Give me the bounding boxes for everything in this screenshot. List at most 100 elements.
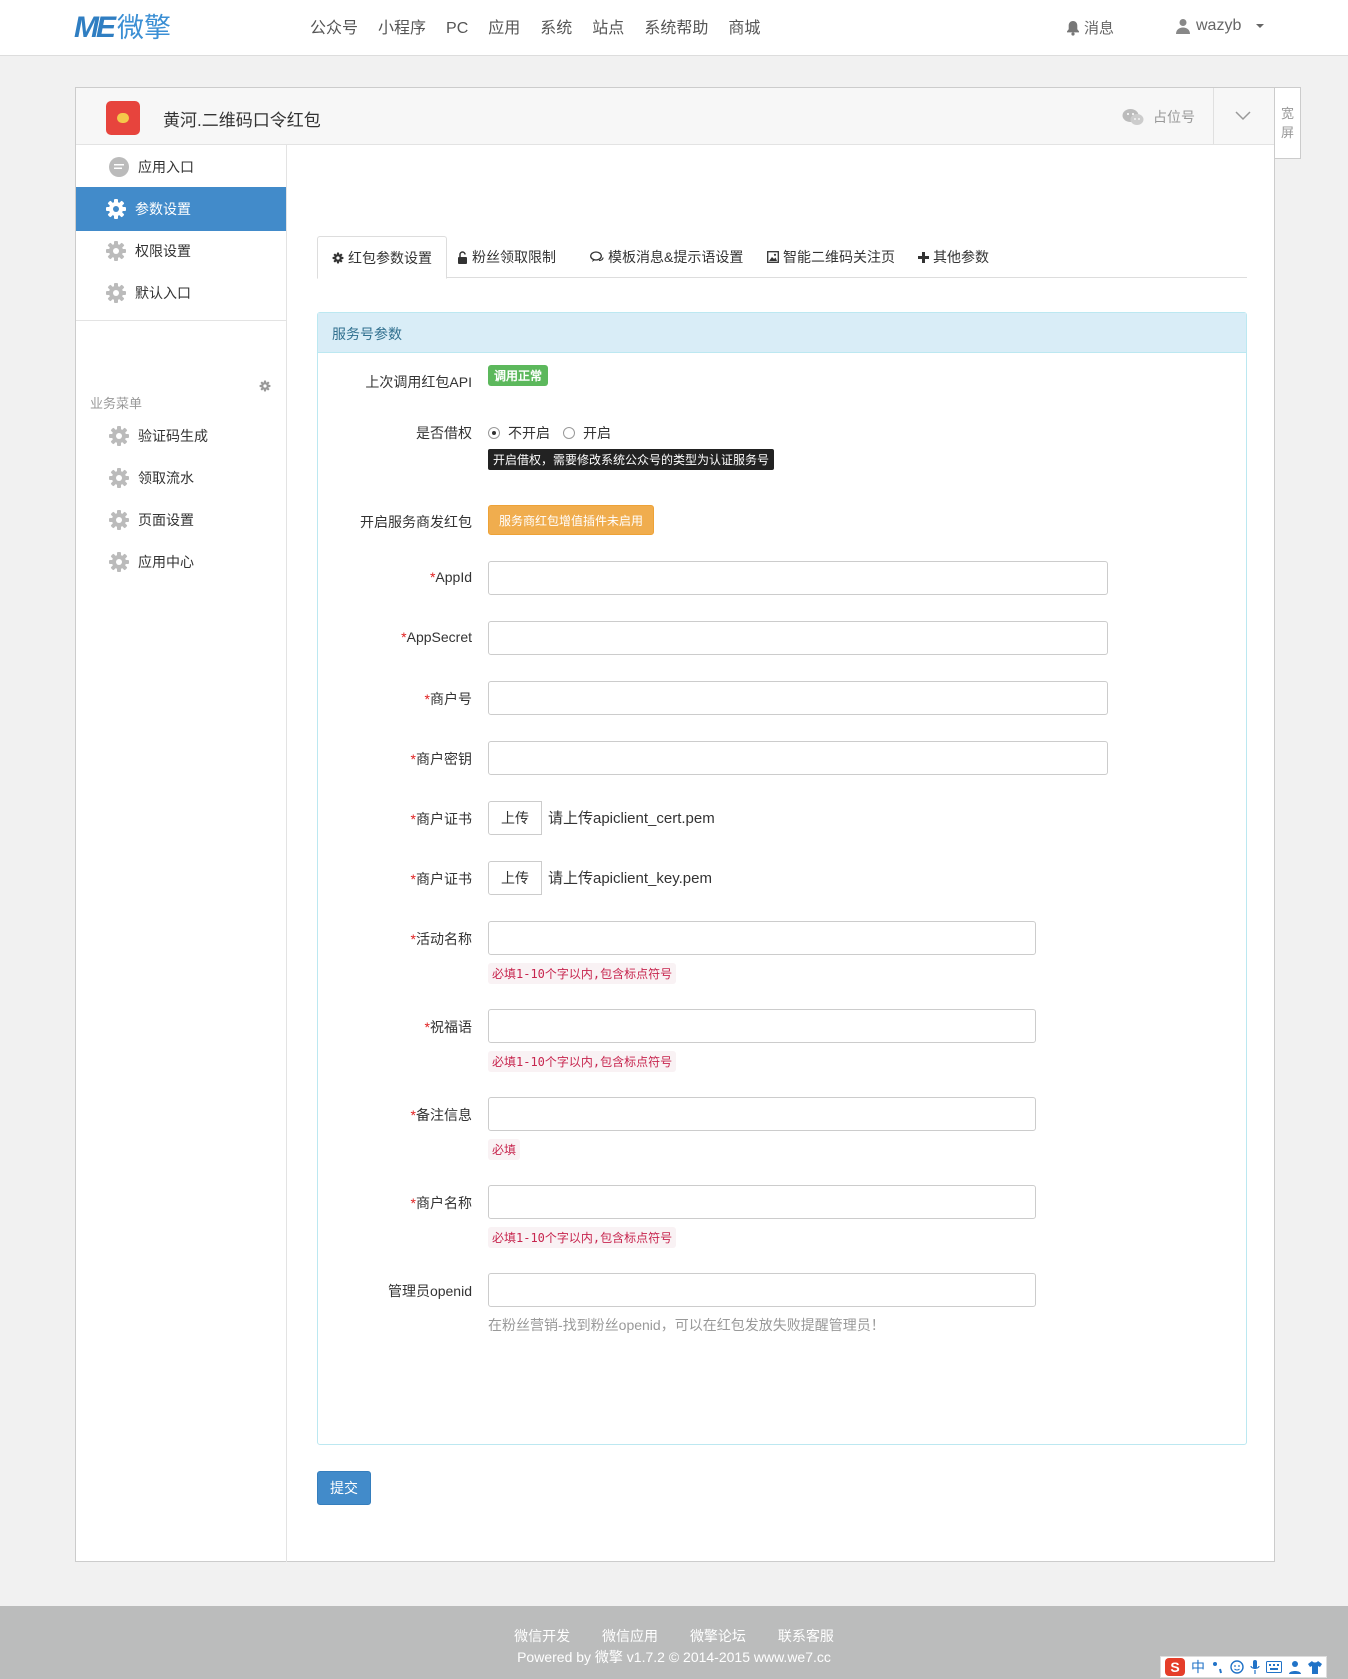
business-menu-title: 业务菜单 [90,396,143,411]
unlock-icon [458,250,467,264]
tab-label: 粉丝领取限制 [472,249,556,265]
radio-label: 不开启 [508,425,550,441]
settings-tabs: 红包参数设置 粉丝领取限制 模板消息&提示语设置 智能二维码关注页 其他参数 [317,236,1247,279]
provider-plugin-button[interactable]: 服务商红包增值插件未启用 [488,505,655,535]
emoji-icon[interactable] [1230,1660,1244,1674]
mchkey-input[interactable] [488,741,1108,775]
panel-title: 服务号参数 [318,313,1246,353]
sidebar-item-records[interactable]: 领取流水 [76,456,286,500]
nav-item-pc[interactable]: PC [446,18,468,40]
tab-label: 智能二维码关注页 [783,249,895,265]
nav-item-gongzhonghao[interactable]: 公众号 [310,18,358,40]
remark-label-text: 备注信息 [416,1107,472,1123]
footer-link-apps[interactable]: 微信应用 [602,1628,658,1644]
account-name: 占位号 [1153,109,1195,125]
sidebar-item-label: 验证码生成 [138,428,208,444]
ime-mode[interactable]: 中 [1191,1657,1205,1677]
gear-icon [106,199,126,219]
gear-icon [109,426,129,446]
wide-screen-toggle[interactable]: 宽屏 [1275,87,1301,159]
gear-icon [109,510,129,530]
upload-key-button[interactable]: 上传 [488,861,542,895]
sidebar-item-params[interactable]: 参数设置 [76,187,286,231]
comments-icon [590,251,604,262]
logo-text: 微擎 [117,13,171,43]
radio-label: 开启 [583,425,611,441]
site-logo[interactable]: ME 微擎 [74,12,171,44]
radio-borrow-on[interactable]: 开启 [563,423,611,443]
footer-copyright: Powered by 微擎 v1.7.2 © 2014-2015 www.we7… [517,1649,831,1665]
radio-borrow-off[interactable]: 不开启 [488,423,550,443]
nav-item-miniprogram[interactable]: 小程序 [378,18,426,40]
appid-label-text: AppId [435,569,472,585]
footer-link-support[interactable]: 联系客服 [778,1628,834,1644]
ime-toolbar[interactable]: S 中 [1160,1656,1327,1678]
tab-smart-qrcode[interactable]: 智能二维码关注页 [753,236,909,278]
appsecret-label-text: AppSecret [406,629,472,645]
gear-icon [106,283,126,303]
submit-button[interactable]: 提交 [317,1471,371,1505]
sidebar-item-permissions[interactable]: 权限设置 [76,229,286,273]
nav-item-site[interactable]: 站点 [592,18,624,40]
sidebar-item-entry[interactable]: 应用入口 [76,145,286,189]
sidebar-item-page-settings[interactable]: 页面设置 [76,498,286,542]
tab-other-params[interactable]: 其他参数 [904,236,1003,278]
mchid-label: *商户号 [425,689,472,709]
remark-input[interactable] [488,1097,1036,1131]
bell-icon [1067,20,1079,36]
logo-mark: ME [74,11,116,44]
main-nav: 公众号 小程序 PC 应用 系统 站点 系统帮助 商城 [310,18,780,40]
mchid-input[interactable] [488,681,1108,715]
user-center-icon[interactable] [1288,1660,1302,1674]
user-menu[interactable]: wazyb [1176,17,1265,35]
upload-cert-button[interactable]: 上传 [488,801,542,835]
caret-down-icon [1256,24,1265,28]
picture-icon [767,251,779,263]
appsecret-label: *AppSecret [401,629,472,645]
wish-input[interactable] [488,1009,1036,1043]
chevron-down-icon[interactable] [1234,106,1252,124]
footer-link-dev[interactable]: 微信开发 [514,1628,570,1644]
nav-item-store[interactable]: 商城 [728,18,760,40]
skin-icon[interactable] [1308,1660,1322,1674]
provider-label: 开启服务商发红包 [360,514,472,530]
tab-label: 红包参数设置 [348,249,432,266]
footer-link-forum[interactable]: 微擎论坛 [690,1628,746,1644]
account-switch[interactable]: 占位号 [1122,107,1195,127]
admin-openid-input[interactable] [488,1273,1036,1307]
appsecret-input[interactable] [488,621,1108,655]
top-navbar: ME 微擎 公众号 小程序 PC 应用 系统 站点 系统帮助 商城 消息 waz… [0,0,1348,56]
settings-gear-icon[interactable] [259,380,271,392]
punctuation-icon[interactable] [1212,1660,1224,1674]
sidebar-item-label: 应用入口 [138,159,194,175]
radio-button[interactable] [563,427,575,439]
cert-hint: 请上传apiclient_cert.pem [548,810,715,827]
user-icon [1176,19,1190,34]
sidebar-item-label: 应用中心 [138,554,194,570]
messages-label: 消息 [1084,20,1115,37]
sidebar-item-label: 领取流水 [138,470,194,486]
tab-fan-limits[interactable]: 粉丝领取限制 [443,236,570,278]
header-divider [1213,88,1214,144]
api-status-label: 上次调用红包API [365,374,472,390]
nav-item-help[interactable]: 系统帮助 [644,18,708,40]
activity-name-input[interactable] [488,921,1036,955]
keyboard-icon[interactable] [1266,1661,1282,1673]
red-envelope-icon [106,101,140,135]
sidebar: 应用入口 参数设置 权限设置 默认入口 业务菜单 验证码生成 领取流水 页面设置 [76,145,287,1562]
nav-item-apps[interactable]: 应用 [488,18,520,40]
sidebar-item-code-gen[interactable]: 验证码生成 [76,414,286,458]
messages-link[interactable]: 消息 [1066,17,1114,38]
radio-button[interactable] [488,427,500,439]
appid-input[interactable] [488,561,1108,595]
tab-template-messages[interactable]: 模板消息&提示语设置 [576,236,757,278]
app-frame: 黄河.二维码口令红包 占位号 应用入口 参数设置 权限设置 默认入口 业务菜单 [75,87,1275,1562]
mchkey-label-text: 商户密钥 [416,751,472,767]
chat-bubble-icon [109,157,129,177]
sidebar-item-default-entry[interactable]: 默认入口 [76,271,286,315]
tab-redpack-params[interactable]: 红包参数设置 [317,236,447,279]
sidebar-item-app-center[interactable]: 应用中心 [76,540,286,584]
microphone-icon[interactable] [1250,1660,1260,1674]
merchant-name-input[interactable] [488,1185,1036,1219]
nav-item-system[interactable]: 系统 [540,18,572,40]
